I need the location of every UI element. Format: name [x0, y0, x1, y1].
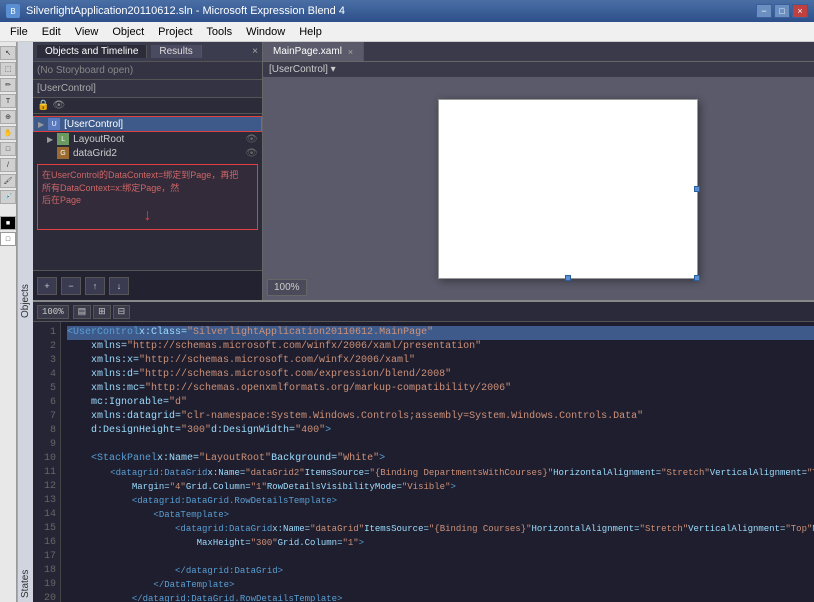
no-storyboard-label: (No Storyboard open): [37, 65, 133, 76]
canvas-area: MainPage.xaml × [UserControl] ▾ 100%: [263, 42, 814, 300]
objects-breadcrumb[interactable]: [UserControl]: [37, 83, 96, 94]
paint-tool[interactable]: 🖌: [0, 174, 16, 188]
canvas-tab-mainpage[interactable]: MainPage.xaml ×: [263, 42, 364, 61]
code-btn-3[interactable]: ⊟: [113, 305, 131, 319]
code-line-12: Margin="4" Grid.Column="1" RowDetailsVis…: [67, 480, 814, 494]
shape-tool[interactable]: □: [0, 142, 16, 156]
canvas-zoom-indicator: 100%: [267, 279, 307, 296]
side-label-states[interactable]: States: [17, 322, 33, 602]
code-line-17: [67, 550, 814, 564]
foreground-color[interactable]: ■: [0, 216, 16, 230]
maximize-button[interactable]: □: [774, 4, 790, 18]
eye-toggle-icon[interactable]: 👁: [52, 100, 65, 111]
canvas-breadcrumb[interactable]: [UserControl] ▾: [269, 64, 336, 75]
move-down-btn[interactable]: ↓: [109, 277, 129, 295]
code-line-19: </DataTemplate>: [67, 578, 814, 592]
menu-project[interactable]: Project: [152, 25, 198, 39]
code-line-4: xmlns:d="http://schemas.microsoft.com/ex…: [67, 368, 814, 382]
code-line-15: <datagrid:DataGrid x:Name="dataGrid" Ite…: [67, 522, 814, 536]
tree-item-layoutroot[interactable]: ▶ L LayoutRoot 👁: [33, 132, 262, 146]
window-title: SilverlightApplication20110612.sln - Mic…: [26, 5, 345, 17]
code-line-1: <UserControl x:Class="SilverlightApplica…: [67, 326, 814, 340]
code-line-16: MaxHeight="300" Grid.Column="1">: [67, 536, 814, 550]
menu-object[interactable]: Object: [106, 25, 150, 39]
objects-panel: Objects and Timeline Results × (No Story…: [33, 42, 263, 300]
line-tool[interactable]: /: [0, 158, 16, 172]
code-zoom-selector[interactable]: 100%: [37, 305, 69, 319]
code-btn-1[interactable]: ▤: [73, 305, 92, 319]
menu-tools[interactable]: Tools: [200, 25, 238, 39]
close-button[interactable]: ×: [792, 4, 808, 18]
menu-view[interactable]: View: [69, 25, 105, 39]
tree-label-datagrid2: dataGrid2: [73, 148, 117, 159]
lock-icon[interactable]: 🔒: [37, 100, 49, 111]
code-line-20: </datagrid:DataGrid.RowDetailsTemplate>: [67, 592, 814, 602]
objects-panel-close[interactable]: ×: [252, 46, 258, 57]
code-line-10: <StackPanel x:Name="LayoutRoot" Backgrou…: [67, 452, 814, 466]
code-line-2: xmlns="http://schemas.microsoft.com/winf…: [67, 340, 814, 354]
menu-window[interactable]: Window: [240, 25, 291, 39]
code-line-14: <DataTemplate>: [67, 508, 814, 522]
tree-label-layoutroot: LayoutRoot: [73, 134, 124, 145]
code-line-8: d:DesignHeight="300" d:DesignWidth="400"…: [67, 424, 814, 438]
left-toolbar: ↖ ⬚ ✏ T ⊕ ✋ □ / 🖌 💉 ■ □: [0, 42, 17, 602]
pan-tool[interactable]: ✋: [0, 126, 16, 140]
tree-item-datagrid2[interactable]: G dataGrid2 👁: [33, 146, 262, 160]
pointer-tool[interactable]: ↖: [0, 46, 16, 60]
code-toolbar-icons: ▤ ⊞ ⊟: [73, 305, 131, 319]
tree-label-usercontrol: [UserControl]: [64, 119, 123, 130]
code-line-18: </datagrid:DataGrid>: [67, 564, 814, 578]
menu-edit[interactable]: Edit: [36, 25, 67, 39]
code-editor: 100% ▤ ⊞ ⊟ 1234 5678 9101112 13141516 17…: [33, 302, 814, 602]
line-numbers: 1234 5678 9101112 13141516 17181920 2122…: [33, 322, 61, 602]
title-bar: B SilverlightApplication20110612.sln - M…: [0, 0, 814, 22]
pen-tool[interactable]: ✏: [0, 78, 16, 92]
tree-item-usercontrol[interactable]: ▶ U [UserControl]: [33, 116, 262, 132]
zoom-tool[interactable]: ⊕: [0, 110, 16, 124]
code-line-11: <datagrid:DataGrid x:Name="dataGrid2" It…: [67, 466, 814, 480]
minimize-button[interactable]: −: [756, 4, 772, 18]
canvas-tab-close[interactable]: ×: [348, 47, 353, 57]
menu-help[interactable]: Help: [293, 25, 328, 39]
code-text-area[interactable]: <UserControl x:Class="SilverlightApplica…: [61, 322, 814, 602]
menu-file[interactable]: File: [4, 25, 34, 39]
results-tab[interactable]: Results: [151, 45, 201, 58]
eyedropper-tool[interactable]: 💉: [0, 190, 16, 204]
text-tool[interactable]: T: [0, 94, 16, 108]
code-line-9: [67, 438, 814, 452]
canvas-tab-label: MainPage.xaml: [273, 46, 342, 57]
annotation-text: 在UserControl的DataContext=绑定到Page，再把 所有Da…: [42, 169, 253, 207]
code-line-5: xmlns:mc="http://schemas.openxmlformats.…: [67, 382, 814, 396]
code-line-3: xmlns:x="http://schemas.microsoft.com/wi…: [67, 354, 814, 368]
delete-object-btn[interactable]: −: [61, 277, 81, 295]
menu-bar: File Edit View Object Project Tools Wind…: [0, 22, 814, 42]
side-label-objects[interactable]: Objects: [17, 42, 33, 322]
select-tool[interactable]: ⬚: [0, 62, 16, 76]
add-object-btn[interactable]: +: [37, 277, 57, 295]
code-line-13: <datagrid:DataGrid.RowDetailsTemplate>: [67, 494, 814, 508]
design-canvas[interactable]: [438, 99, 698, 279]
code-btn-2[interactable]: ⊞: [93, 305, 111, 319]
code-line-6: mc:Ignorable="d": [67, 396, 814, 410]
code-line-7: xmlns:datagrid="clr-namespace:System.Win…: [67, 410, 814, 424]
annotation-arrow-icon: ↓: [42, 207, 253, 225]
background-color[interactable]: □: [0, 232, 16, 246]
move-up-btn[interactable]: ↑: [85, 277, 105, 295]
objects-tab[interactable]: Objects and Timeline: [37, 45, 147, 58]
app-icon: B: [6, 4, 20, 18]
